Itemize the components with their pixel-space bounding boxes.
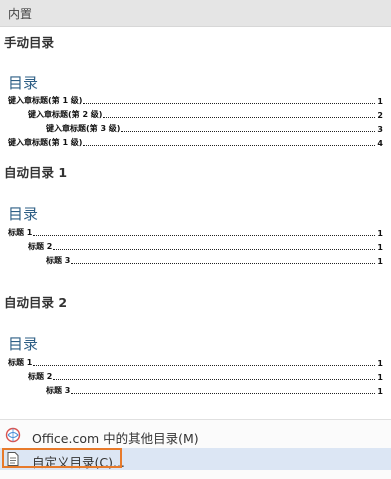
toc-line: 键入章标题(第 1 级) 4 [8,138,383,148]
office-more-toc-label: Office.com 中的其他目录(M) [32,431,199,446]
toc-line: 标题 21 [28,372,383,382]
gallery-header: 内置 [0,0,391,27]
custom-toc-highlight-box [2,448,122,468]
toc-line: 标题 11 [8,358,383,368]
toc-heading: 目录 [8,335,39,353]
section-title-manual: 手动目录 [4,35,55,50]
office-globe-icon [5,427,21,443]
section-title-auto-1: 自动目录 1 [4,165,68,180]
toc-line: 标题 31 [46,386,383,396]
toc-line: 标题 31 [46,256,383,266]
toc-heading: 目录 [8,74,39,92]
office-more-toc-menu-item[interactable]: Office.com 中的其他目录(M) [0,424,391,448]
toc-heading: 目录 [8,205,39,223]
toc-line: 标题 11 [8,228,383,238]
toc-line: 键入章标题(第 2 级) 2 [28,110,383,120]
toc-line: 键入章标题(第 1 级) 1 [8,96,383,106]
section-title-auto-2: 自动目录 2 [4,295,68,310]
toc-line: 标题 21 [28,242,383,252]
header-title: 内置 [8,7,33,21]
toc-line: 键入章标题(第 3 级) 3 [46,124,383,134]
